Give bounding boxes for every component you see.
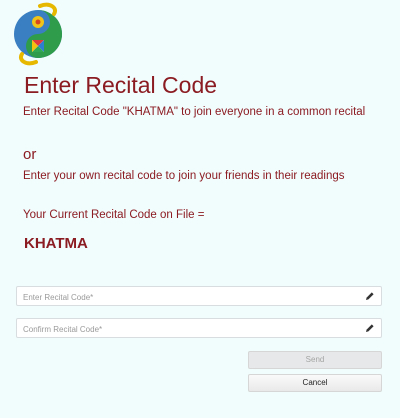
current-code-value: KHATMA [24, 235, 88, 252]
current-code-label: Your Current Recital Code on File = [23, 209, 205, 221]
pencil-icon[interactable] [365, 291, 375, 301]
recital-code-input[interactable] [17, 288, 353, 307]
pencil-icon[interactable] [365, 323, 375, 333]
cancel-button[interactable]: Cancel [248, 374, 382, 392]
page-title: Enter Recital Code [24, 72, 218, 98]
khatma-instruction: Enter Recital Code "KHATMA" to join ever… [23, 106, 366, 118]
send-button[interactable]: Send [248, 351, 382, 369]
app-logo [14, 2, 62, 66]
custom-code-instruction: Enter your own recital code to join your… [23, 170, 345, 182]
confirm-code-input[interactable] [17, 320, 353, 339]
or-separator: or [23, 146, 37, 163]
recital-code-field[interactable] [16, 286, 382, 307]
confirm-code-field[interactable] [16, 318, 382, 339]
